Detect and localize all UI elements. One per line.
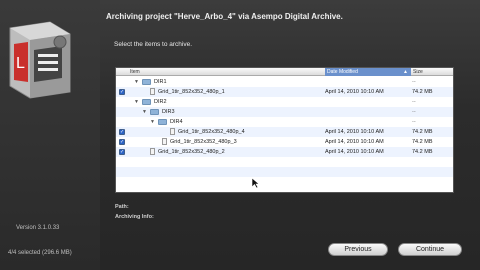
column-header-date[interactable]: Date Modified ▲ [325,68,411,76]
item-size: 74.2 MB [412,139,433,145]
file-icon [170,128,175,135]
list-item[interactable]: ▼ DIR3 -- [116,107,453,117]
item-date: April 14, 2010 10:10 AM [325,149,384,155]
mouse-pointer-icon [252,178,260,188]
item-date: April 14, 2010 10:10 AM [325,129,384,135]
item-date: April 14, 2010 10:10 AM [325,89,384,95]
folder-icon [150,109,159,115]
item-name: DIR2 [154,99,167,105]
list-item[interactable]: ✓ Grid_1tir_852x352_480p_3 April 14, 201… [116,137,453,147]
item-name: Grid_1tir_852x352_480p_1 [158,89,225,95]
list-empty-row [116,177,453,187]
item-name: DIR4 [170,119,183,125]
disclosure-triangle-icon[interactable]: ▼ [142,109,147,115]
selection-count: 4/4 selected (296.6 MB) [8,250,72,256]
folder-icon [142,99,151,105]
instruction-text: Select the items to archive. [114,41,193,48]
left-panel: L Version 3.1.0.33 4/4 selected (296.6 M… [0,0,100,270]
item-checkbox[interactable]: ✓ [119,149,125,155]
item-name: Grid_1tir_852x352_480p_4 [178,129,245,135]
item-checkbox[interactable]: ✓ [119,129,125,135]
item-size: -- [412,109,416,115]
archiving-info-label: Archiving Info: [115,214,154,220]
version-label: Version 3.1.0.33 [16,225,60,231]
file-icon [150,88,155,95]
list-item[interactable]: ▼ DIR1 -- [116,77,453,87]
item-size: -- [412,119,416,125]
item-size: 74.2 MB [412,89,433,95]
path-label: Path: [115,204,129,210]
item-name: Grid_1tir_852x352_480p_3 [170,139,237,145]
archive-cabinet-icon: L [9,21,71,99]
list-empty-row [116,167,453,177]
item-checkbox[interactable]: ✓ [119,139,125,145]
item-checkbox[interactable]: ✓ [119,89,125,95]
item-name: DIR3 [162,109,175,115]
list-item[interactable]: ▼ DIR2 -- [116,97,453,107]
list-header: Item Date Modified ▲ Size [116,68,453,76]
file-icon [150,148,155,155]
archive-dialog: L Version 3.1.0.33 4/4 selected (296.6 M… [0,0,480,270]
list-item[interactable]: ✓ Grid_1tir_852x352_480p_2 April 14, 201… [116,147,453,157]
item-size: -- [412,79,416,85]
list-item[interactable]: ✓ Grid_1tir_852x352_480p_4 April 14, 201… [116,127,453,137]
item-size: 74.2 MB [412,149,433,155]
list-empty-row [116,157,453,167]
disclosure-triangle-icon[interactable]: ▼ [134,79,139,85]
item-name: DIR1 [154,79,167,85]
folder-icon [158,119,167,125]
svg-text:L: L [16,55,25,72]
continue-button[interactable]: Continue [398,243,462,256]
item-size: -- [412,99,416,105]
folder-icon [142,79,151,85]
file-list[interactable]: Item Date Modified ▲ Size ▼ DIR1 -- ✓ Gr… [115,67,454,193]
disclosure-triangle-icon[interactable]: ▼ [150,119,155,125]
list-item[interactable]: ✓ Grid_1tir_852x352_480p_1 April 14, 201… [116,87,453,97]
item-size: 74.2 MB [412,129,433,135]
file-icon [162,138,167,145]
disclosure-triangle-icon[interactable]: ▼ [134,99,139,105]
dialog-title: Archiving project "Herve_Arbo_4" via Ase… [106,12,343,21]
column-header-date-label: Date Modified [327,69,358,75]
previous-button[interactable]: Previous [328,243,388,256]
sort-ascending-icon: ▲ [403,69,408,75]
column-header-item[interactable]: Item [130,69,320,75]
item-name: Grid_1tir_852x352_480p_2 [158,149,225,155]
list-item[interactable]: ▼ DIR4 -- [116,117,453,127]
column-header-size[interactable]: Size [413,69,453,75]
item-date: April 14, 2010 10:10 AM [325,139,384,145]
